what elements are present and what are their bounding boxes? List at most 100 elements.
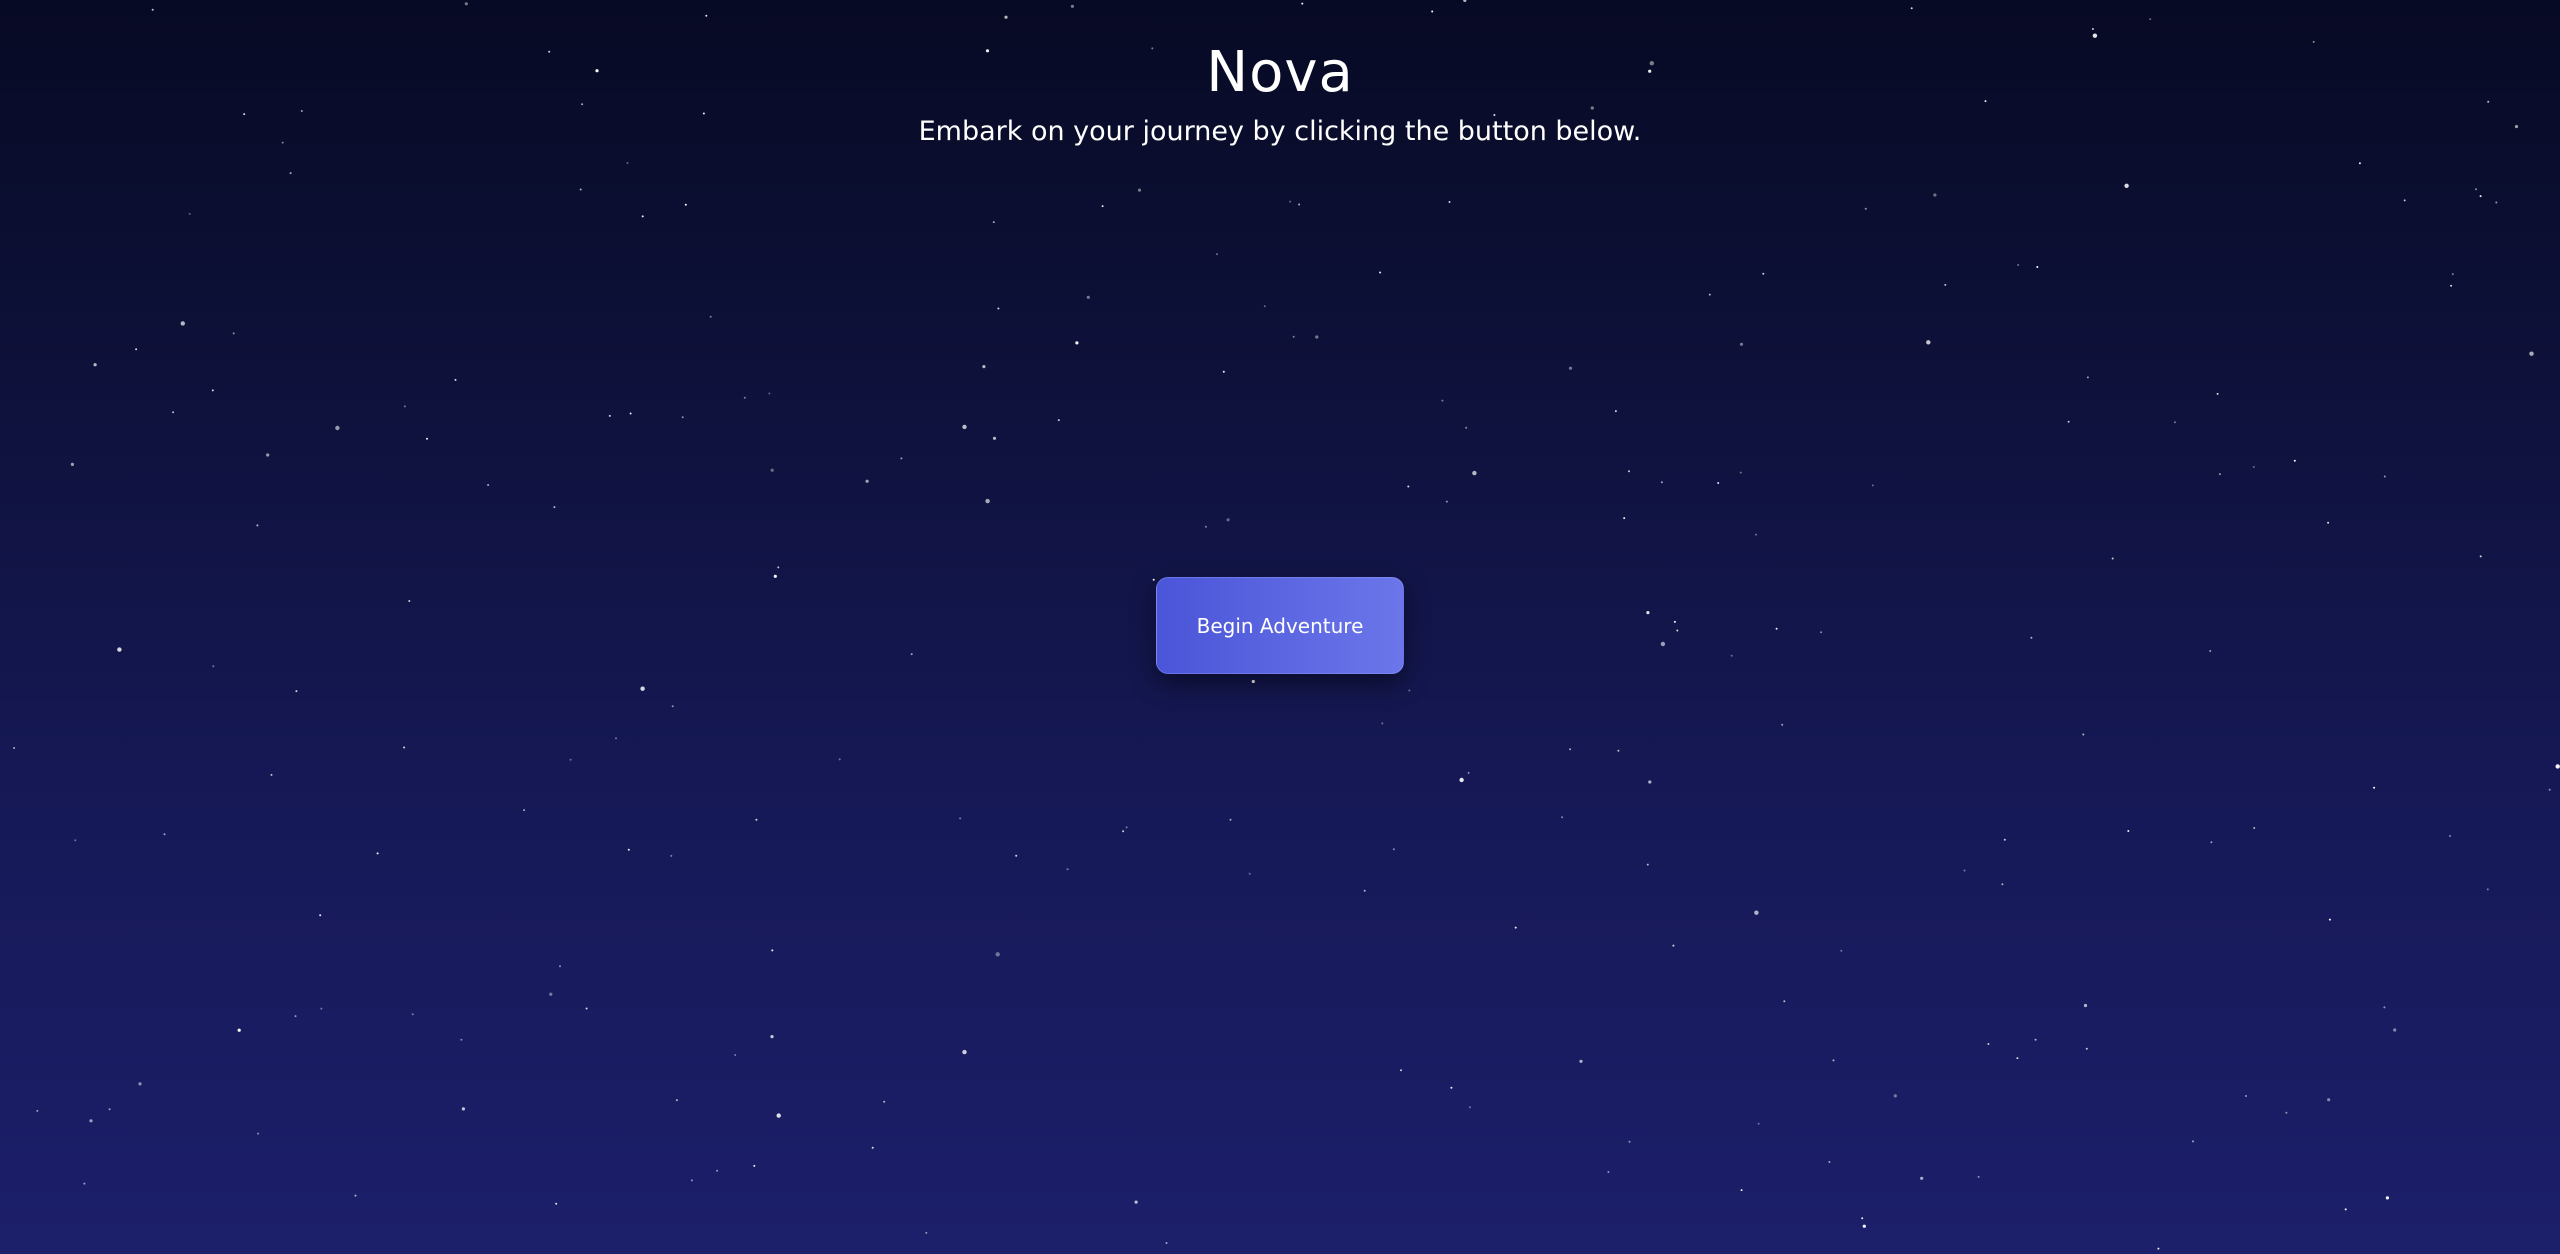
star (2449, 835, 2451, 837)
star (684, 203, 687, 206)
star (295, 690, 298, 693)
star (2210, 841, 2213, 844)
star (2127, 830, 2130, 832)
star (2475, 188, 2477, 191)
star (925, 1231, 928, 1234)
star (743, 396, 746, 399)
star (716, 1169, 719, 1172)
star (1407, 485, 1410, 488)
star (1660, 481, 1663, 484)
star (1920, 1176, 1924, 1180)
star (995, 952, 1000, 957)
star (690, 1179, 693, 1182)
star (1783, 1000, 1786, 1003)
star (770, 468, 774, 472)
star (2385, 1196, 2389, 1200)
page-title: Nova (1206, 40, 1354, 105)
star (1614, 410, 1617, 413)
star (1125, 826, 1128, 829)
star (1459, 777, 1464, 783)
star (2253, 827, 2256, 829)
star (1561, 816, 1564, 819)
star (553, 506, 556, 509)
star (2293, 459, 2296, 462)
star (1963, 869, 1966, 872)
star (117, 647, 122, 652)
star (1101, 205, 1104, 208)
star (2245, 1095, 2247, 1097)
star (608, 414, 611, 417)
star (2192, 1140, 2194, 1143)
star (403, 405, 406, 408)
star (2034, 1038, 2037, 1041)
page-subtitle: Embark on your journey by clicking the b… (918, 116, 1642, 147)
star (2358, 162, 2361, 165)
star (900, 457, 903, 460)
star (1363, 889, 1366, 892)
star (1893, 1094, 1897, 1098)
star (670, 854, 673, 857)
star (376, 852, 379, 855)
star (1568, 366, 1573, 370)
star (962, 1049, 967, 1055)
star (559, 965, 561, 968)
star (871, 1146, 874, 1149)
star (426, 437, 428, 440)
star (1379, 271, 1382, 274)
star (2403, 199, 2406, 202)
star (2495, 201, 2498, 204)
star (1086, 295, 1090, 299)
star (1066, 868, 1069, 871)
star (294, 1015, 297, 1018)
star (319, 914, 322, 917)
star (709, 315, 712, 318)
star (2030, 636, 2033, 639)
star (256, 524, 259, 527)
star (997, 307, 1000, 310)
header: Nova Embark on your journey by clicking … (0, 0, 2560, 150)
star (36, 1109, 39, 1112)
star (1204, 525, 1207, 528)
star (2285, 1111, 2288, 1114)
star (1926, 340, 1931, 345)
star (460, 1038, 463, 1041)
star (2157, 1247, 2160, 1250)
star (1222, 370, 1225, 373)
star (549, 992, 553, 996)
star (403, 746, 406, 749)
star (2082, 733, 2085, 736)
star (1676, 629, 1679, 632)
star (1871, 484, 1874, 487)
star (1755, 533, 1757, 536)
star (627, 848, 630, 851)
star (1864, 207, 1867, 210)
star (411, 1013, 414, 1016)
star (83, 1182, 86, 1185)
star (629, 412, 632, 415)
star (1465, 426, 1468, 429)
star (1739, 342, 1744, 346)
star (454, 378, 457, 381)
star (2383, 475, 2386, 478)
star (1450, 1086, 1453, 1089)
star (180, 321, 185, 326)
star (135, 348, 138, 351)
star (2218, 473, 2221, 476)
star (2373, 786, 2376, 789)
star (1944, 283, 1947, 286)
star (2017, 264, 2020, 266)
star (2252, 466, 2255, 468)
star (1646, 863, 1649, 866)
star (2085, 1047, 2088, 1050)
star (2451, 273, 2454, 276)
begin-adventure-button[interactable]: Begin Adventure (1156, 577, 1404, 674)
star (2124, 183, 2129, 188)
star (579, 188, 582, 191)
star (1673, 620, 1676, 623)
star (2344, 1208, 2347, 1211)
star (1292, 335, 1295, 338)
star (2036, 266, 2039, 268)
star (1628, 1140, 1631, 1143)
star (1472, 470, 1477, 476)
star (671, 705, 674, 708)
